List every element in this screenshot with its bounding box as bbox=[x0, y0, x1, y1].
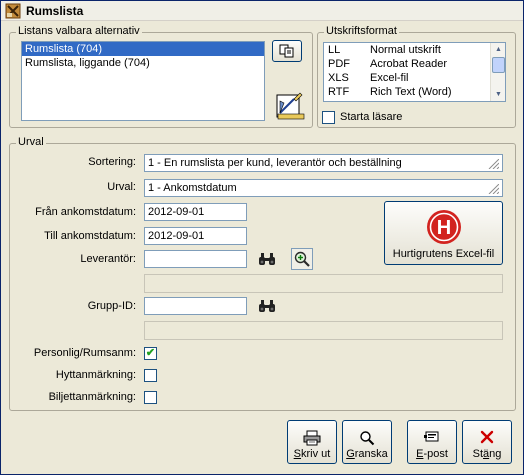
start-reader-label: Starta läsare bbox=[340, 111, 403, 123]
report-list[interactable]: Rumslista (704) Rumslista, liggande (704… bbox=[21, 41, 265, 121]
email-icon bbox=[423, 430, 441, 446]
to-date-input[interactable]: 2012-09-01 bbox=[144, 227, 247, 245]
cabin-label: Hyttanmärkning: bbox=[55, 369, 136, 381]
title-bar[interactable]: Rumslista bbox=[1, 1, 523, 21]
binoculars-icon bbox=[259, 300, 275, 312]
scroll-thumb[interactable] bbox=[492, 57, 505, 73]
group-search-button[interactable] bbox=[256, 295, 278, 317]
start-reader-checkbox[interactable] bbox=[322, 111, 335, 124]
format-code: XLS bbox=[328, 72, 349, 84]
format-desc: Acrobat Reader bbox=[370, 58, 448, 70]
sort-label: Sortering: bbox=[88, 156, 136, 168]
format-list[interactable]: LL Normal utskrift PDF Acrobat Reader XL… bbox=[323, 42, 506, 102]
scroll-down-icon[interactable]: ▼ bbox=[491, 88, 506, 101]
format-code: RTF bbox=[328, 86, 350, 98]
close-icon bbox=[480, 430, 494, 446]
logo-letter: H bbox=[436, 217, 450, 239]
print-button[interactable]: Skriv ut bbox=[287, 420, 337, 464]
supplier-zoom-button[interactable] bbox=[291, 248, 313, 270]
sort-value: 1 - En rumslista per kund, leverantör oc… bbox=[148, 157, 402, 169]
magnifier-icon bbox=[359, 430, 375, 446]
format-row[interactable]: PDF Acrobat Reader bbox=[324, 57, 505, 71]
close-button[interactable]: Stäng bbox=[462, 420, 512, 464]
filter-value: 1 - Ankomstdatum bbox=[148, 182, 237, 194]
hurtigruten-excel-label: Hurtigrutens Excel-fil bbox=[392, 248, 495, 260]
sort-combo[interactable]: 1 - En rumslista per kund, leverantör oc… bbox=[144, 154, 503, 172]
group-id-input[interactable] bbox=[144, 297, 247, 315]
to-date-label: Till ankomstdatum: bbox=[44, 230, 136, 242]
lists-group-legend: Listans valbara alternativ bbox=[16, 25, 142, 37]
supplier-name-field bbox=[144, 274, 503, 293]
from-date-input[interactable]: 2012-09-01 bbox=[144, 203, 247, 221]
format-code: PDF bbox=[328, 58, 350, 70]
email-button[interactable]: E-post bbox=[407, 420, 457, 464]
zoom-icon bbox=[294, 251, 310, 267]
from-date-label: Från ankomstdatum: bbox=[35, 206, 136, 218]
filter-label: Urval: bbox=[107, 181, 136, 193]
format-scrollbar[interactable]: ▲ ▼ bbox=[490, 43, 505, 101]
cabin-checkbox[interactable] bbox=[144, 369, 157, 382]
copy-icon bbox=[279, 44, 294, 58]
ticket-label: Biljettanmärkning: bbox=[48, 391, 136, 403]
format-row[interactable]: XLS Excel-fil bbox=[324, 71, 505, 85]
copy-button[interactable] bbox=[272, 40, 302, 62]
supplier-label: Leverantör: bbox=[80, 253, 136, 265]
hurtigruten-logo-icon: H bbox=[426, 209, 462, 245]
rumslista-window: Rumslista Listans valbara alternativ Rum… bbox=[0, 0, 524, 475]
group-name-field bbox=[144, 321, 503, 340]
app-icon bbox=[5, 3, 21, 19]
group-id-label: Grupp-ID: bbox=[87, 300, 136, 312]
supplier-input[interactable] bbox=[144, 250, 247, 268]
preview-button[interactable]: Granska bbox=[342, 420, 392, 464]
combo-grip-icon bbox=[488, 159, 499, 169]
window-title: Rumslista bbox=[26, 3, 84, 18]
print-label: Skriv ut bbox=[293, 448, 331, 460]
scroll-up-icon[interactable]: ▲ bbox=[491, 43, 506, 56]
format-code: LL bbox=[328, 44, 341, 56]
format-group-legend: Utskriftsformat bbox=[324, 25, 399, 37]
selection-group-legend: Urval bbox=[16, 136, 46, 148]
format-row[interactable]: LL Normal utskrift bbox=[324, 43, 505, 57]
format-desc: Rich Text (Word) bbox=[370, 86, 452, 98]
binoculars-icon bbox=[259, 253, 275, 265]
personal-checkbox[interactable]: ✔ bbox=[144, 347, 157, 360]
close-label: Stäng bbox=[472, 448, 502, 460]
personal-label: Personlig/Rumsanm: bbox=[33, 347, 136, 359]
printer-icon bbox=[303, 430, 321, 446]
list-item[interactable]: Rumslista (704) bbox=[22, 42, 264, 56]
supplier-search-button[interactable] bbox=[256, 248, 278, 270]
email-label: E-post bbox=[416, 448, 448, 460]
design-report-button[interactable] bbox=[272, 89, 308, 123]
list-item[interactable]: Rumslista, liggande (704) bbox=[22, 56, 264, 70]
format-desc: Excel-fil bbox=[370, 72, 409, 84]
format-desc: Normal utskrift bbox=[370, 44, 441, 56]
hurtigruten-excel-button[interactable]: H Hurtigrutens Excel-fil bbox=[384, 201, 503, 265]
preview-label: Granska bbox=[346, 448, 388, 460]
filter-combo[interactable]: 1 - Ankomstdatum bbox=[144, 179, 503, 197]
format-row[interactable]: RTF Rich Text (Word) bbox=[324, 85, 505, 99]
combo-grip-icon bbox=[488, 184, 499, 194]
ticket-checkbox[interactable] bbox=[144, 391, 157, 404]
report-design-icon bbox=[276, 92, 305, 120]
